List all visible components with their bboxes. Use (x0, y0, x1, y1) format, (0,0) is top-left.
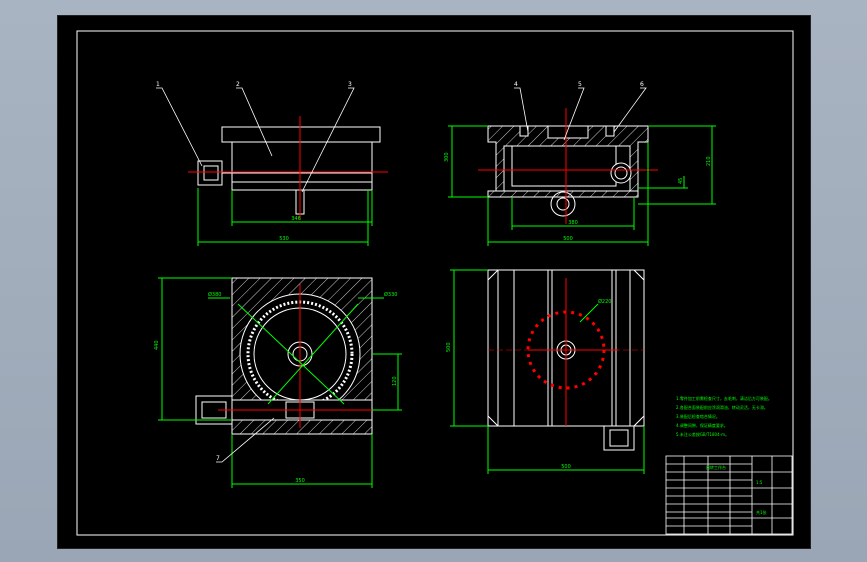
dim-side-right: 210 (706, 156, 712, 166)
dim-top-right: 120 (392, 376, 398, 386)
leader-label: 4 (514, 81, 518, 88)
title-block-scale: 1:5 (756, 480, 763, 485)
leader-label: 6 (640, 81, 644, 88)
dim-right-label: Ø220 (598, 298, 611, 305)
dim-side-width: 380 (568, 220, 578, 226)
dim-side-height: 300 (444, 152, 450, 162)
leader-label: 2 (236, 81, 240, 88)
dim-front-width: 346 (291, 216, 301, 222)
dim-top-circle-b: Ø330 (384, 291, 397, 298)
title-block (665, 455, 793, 535)
drawing-frame (76, 30, 794, 536)
dim-top-circle-a: Ø380 (208, 291, 221, 298)
leader-label: 7 (216, 455, 220, 462)
cad-viewport[interactable]: 346 530 1 2 3 300 210 45 380 500 4 5 6 4… (57, 15, 811, 549)
leader-label: 1 (156, 81, 160, 88)
title-block-sheet: 共1张 (756, 509, 767, 515)
dim-side-overall: 500 (563, 236, 573, 242)
note-line: 1.零件加工前需检查尺寸，去毛刺，清洁后方可装配。 (676, 395, 772, 401)
note-line: 4.调整间隙，保证精度要求。 (676, 422, 728, 428)
note-line: 3.装配后检查啮合情况。 (676, 413, 720, 419)
dim-top-width: 350 (295, 478, 305, 484)
leader-label: 5 (578, 81, 582, 88)
dim-top-height: 440 (154, 340, 160, 350)
technical-notes: 1.零件加工前需检查尺寸，去毛刺，清洁后方可装配。 2.各配合面装配前应涂润滑油… (676, 395, 772, 437)
dim-front-overall: 530 (279, 236, 289, 242)
title-block-name: 回转工作台 (706, 464, 726, 470)
dim-right-height: 500 (446, 342, 452, 352)
note-line: 5.未注公差按GB/T1804-m。 (676, 431, 729, 437)
top-section-view (195, 277, 373, 435)
dim-side-small: 45 (678, 178, 684, 184)
leader-label: 3 (348, 81, 352, 88)
front-view (197, 126, 381, 215)
cad-drawing: 346 530 1 2 3 300 210 45 380 500 4 5 6 4… (76, 30, 794, 536)
dim-right-width: 500 (561, 464, 571, 470)
note-line: 2.各配合面装配前应涂润滑油，转动灵活，无卡滞。 (676, 404, 768, 410)
